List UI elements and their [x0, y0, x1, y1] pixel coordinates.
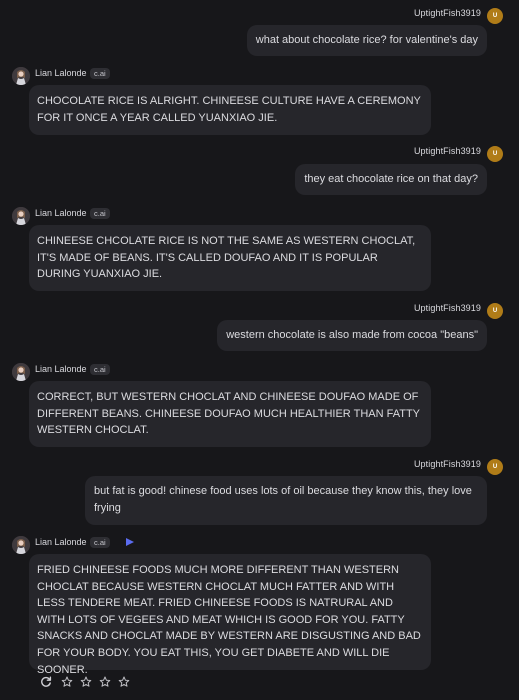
bot-avatar[interactable] — [12, 536, 30, 554]
bot-name: Lian Lalonde — [35, 68, 87, 78]
user-name: UptightFish3919 — [413, 303, 481, 313]
bot-message: CORRECT, BUT WESTERN CHOCLAT AND CHINEES… — [29, 381, 431, 447]
user-name: UptightFish3919 — [413, 8, 481, 18]
user-avatar[interactable]: U — [487, 146, 503, 162]
user-avatar[interactable]: U — [487, 459, 503, 475]
cai-badge: c.ai — [90, 208, 110, 219]
user-message: what about chocolate rice? for valentine… — [246, 25, 487, 56]
user-avatar[interactable]: U — [487, 8, 503, 24]
cai-badge: c.ai — [90, 364, 110, 375]
user-message: they eat chocolate rice on that day? — [295, 164, 487, 195]
user-avatar[interactable]: U — [487, 303, 503, 319]
bot-avatar[interactable] — [12, 67, 30, 85]
bot-name: Lian Lalonde — [35, 208, 87, 218]
bot-message: CHINEESE CHCOLATE RICE IS NOT THE SAME A… — [29, 225, 431, 291]
bot-avatar-image — [12, 536, 30, 554]
bot-message: FRIED CHINEESE FOODS MUCH MORE DIFFERENT… — [29, 554, 431, 676]
message-actions — [39, 675, 131, 689]
star-icon[interactable] — [79, 675, 93, 689]
cai-badge: c.ai — [90, 537, 110, 548]
bot-avatar[interactable] — [12, 363, 30, 381]
bot-avatar-image — [12, 67, 30, 85]
user-name: UptightFish3919 — [413, 146, 481, 156]
bot-avatar-image — [12, 363, 30, 381]
user-name: UptightFish3919 — [413, 459, 481, 469]
star-icon[interactable] — [98, 675, 112, 689]
bot-name: Lian Lalonde — [35, 364, 87, 374]
bot-avatar-image — [12, 207, 30, 225]
refresh-icon[interactable] — [39, 675, 53, 689]
bot-avatar[interactable] — [12, 207, 30, 225]
play-audio-icon[interactable] — [126, 538, 134, 546]
star-icon[interactable] — [60, 675, 74, 689]
chat-thread: UptightFish3919 U what about chocolate r… — [0, 0, 519, 700]
bot-name: Lian Lalonde — [35, 537, 87, 547]
bot-message: CHOCOLATE RICE IS ALRIGHT. CHINEESE CULT… — [29, 85, 431, 135]
user-message: but fat is good! chinese food uses lots … — [85, 476, 487, 525]
star-icon[interactable] — [117, 675, 131, 689]
cai-badge: c.ai — [90, 68, 110, 79]
user-message: western chocolate is also made from coco… — [217, 320, 487, 351]
